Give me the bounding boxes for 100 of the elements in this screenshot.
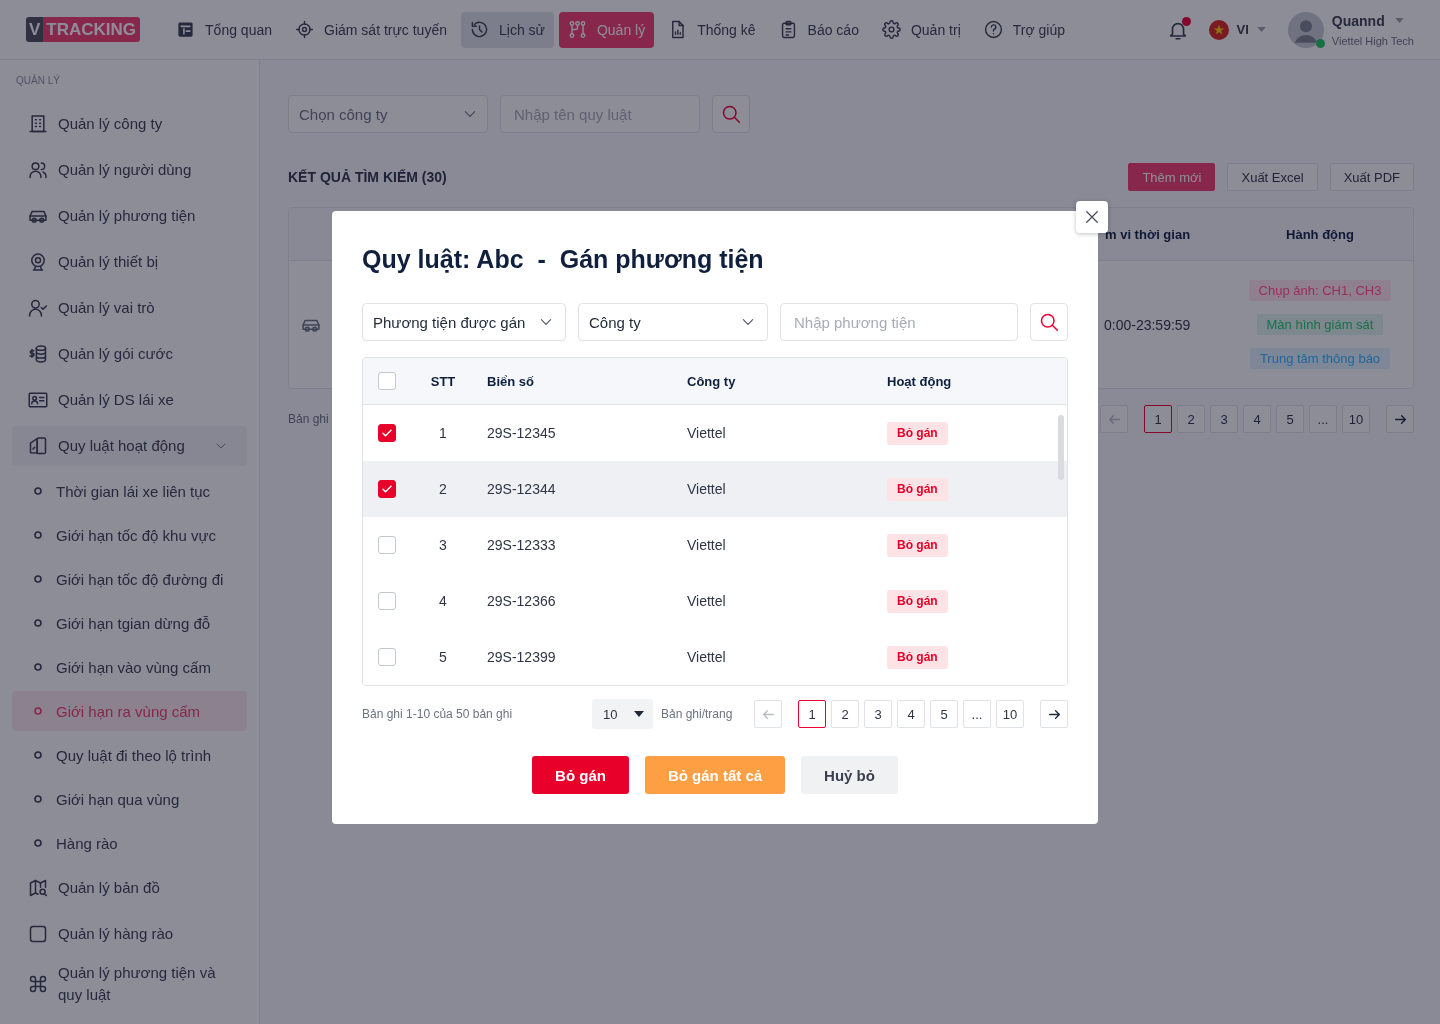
row-checkbox[interactable]	[378, 648, 396, 666]
bullet-icon	[34, 619, 42, 627]
search-icon	[721, 104, 741, 124]
arrow-right-icon	[1047, 707, 1061, 721]
nav-tab[interactable]: Quản trị	[872, 11, 970, 48]
page-button[interactable]: 4	[1243, 405, 1271, 433]
time-range: 0:00-23:59:59	[1104, 316, 1191, 333]
nav-tab[interactable]: Giám sát trực tuyến	[286, 11, 456, 48]
plate-number: 29S-12333	[487, 537, 556, 553]
add-button[interactable]: Thêm mới	[1128, 163, 1216, 191]
sidebar-subitem[interactable]: Quy luật đi theo lộ trình	[12, 735, 247, 775]
page-button[interactable]: 5	[930, 700, 958, 728]
caret-icon	[1394, 18, 1404, 23]
row-checkbox[interactable]	[378, 592, 396, 610]
nav-tab[interactable]: Tổng quan	[167, 11, 281, 48]
dropdown-triangle-icon	[634, 711, 644, 717]
page-button[interactable]: 10	[1342, 405, 1370, 433]
row-checkbox[interactable]	[378, 480, 396, 498]
select-all-checkbox[interactable]	[378, 372, 396, 390]
crosshair-icon	[295, 20, 314, 39]
nav-tab[interactable]: Thống kê	[659, 11, 765, 48]
sidebar-subitem[interactable]: Hàng rào	[12, 823, 247, 863]
page-button[interactable]: 5	[1276, 405, 1304, 433]
check-icon	[381, 483, 393, 495]
sidebar-item[interactable]: Quản lý vai trò	[12, 288, 247, 328]
page-button[interactable]: 4	[897, 700, 925, 728]
user-name: Quannd	[1331, 12, 1385, 29]
check-icon	[381, 427, 393, 439]
sidebar-item[interactable]: Quản lý bản đồ	[12, 868, 247, 908]
sidebar-item[interactable]: Quản lý phương tiện	[12, 196, 247, 236]
page-button[interactable]: 3	[864, 700, 892, 728]
users-icon	[28, 160, 48, 180]
export-button[interactable]: Xuất Excel	[1227, 163, 1318, 191]
sidebar-subitem[interactable]: Giới hạn tgian dừng đỗ	[12, 603, 247, 643]
nav-tab[interactable]: Trợ giúp	[974, 11, 1074, 48]
sidebar-subitem[interactable]: Giới hạn ra vùng cấm	[12, 691, 247, 731]
language-selector[interactable]: VI	[1208, 19, 1266, 40]
vehicle-search-field[interactable]: Nhập phương tiện	[780, 303, 1018, 341]
unassign-tag-button[interactable]: Bỏ gán	[887, 645, 948, 669]
assignment-filter-select[interactable]: Phương tiện được gán	[362, 303, 566, 341]
sidebar-item[interactable]: Quản lý hàng rào	[12, 914, 247, 954]
plate-number: 29S-12366	[487, 593, 556, 609]
sidebar-subitem[interactable]: Giới hạn vào vùng cấm	[12, 647, 247, 687]
export-button[interactable]: Xuất PDF	[1329, 163, 1414, 191]
sidebar-item[interactable]: Quản lý phương tiện và quy luật	[12, 960, 247, 1008]
bullet-icon	[34, 839, 42, 847]
plate-number: 29S-12345	[487, 425, 556, 441]
company-select[interactable]: Chọn công ty	[288, 95, 488, 133]
page-button[interactable]: ...	[1309, 405, 1337, 433]
page-button[interactable]: 2	[831, 700, 859, 728]
page-button[interactable]: ...	[963, 700, 991, 728]
row-checkbox[interactable]	[378, 424, 396, 442]
rule-book-icon	[28, 436, 48, 456]
page-button[interactable]: 10	[996, 700, 1024, 728]
close-button[interactable]	[1076, 201, 1108, 233]
coins-dollar-icon	[28, 344, 48, 364]
row-checkbox[interactable]	[378, 536, 396, 554]
section-label: QUẢN LÝ	[15, 75, 60, 87]
logo-mark[interactable]: V	[26, 17, 44, 42]
cancel-button[interactable]: Huỷ bỏ	[801, 756, 898, 794]
column-header: m vi thời gian	[1105, 226, 1191, 242]
unassign-tag-button[interactable]: Bỏ gán	[887, 421, 948, 445]
sidebar-item[interactable]: Quản lý người dùng	[12, 150, 247, 190]
sidebar-item[interactable]: Quản lý thiết bị	[12, 242, 247, 282]
record-summary: Bản ghi	[288, 412, 329, 426]
table-row[interactable]: 2 29S-12344 Viettel Bỏ gán	[363, 461, 1067, 517]
sidebar-item[interactable]: Quản lý công ty	[12, 104, 247, 144]
page-button[interactable]: 1	[1144, 405, 1172, 433]
sidebar-item[interactable]: Quản lý DS lái xe	[12, 380, 247, 420]
unassign-button[interactable]: Bỏ gán	[532, 756, 629, 794]
close-icon	[1085, 210, 1099, 224]
sidebar-subitem[interactable]: Thời gian lái xe liên tục	[12, 471, 247, 511]
unassign-tag-button[interactable]: Bỏ gán	[887, 533, 948, 557]
search-button[interactable]	[1030, 303, 1068, 341]
page-button[interactable]: 2	[1177, 405, 1205, 433]
page-button[interactable]: 1	[798, 700, 826, 728]
webcam-icon	[28, 252, 48, 272]
next-page-button[interactable]	[1040, 700, 1068, 728]
sidebar-subitem[interactable]: Giới hạn tốc độ khu vực	[12, 515, 247, 555]
sidebar-group[interactable]: Quy luật hoạt động	[12, 426, 247, 466]
bullet-icon	[34, 531, 42, 539]
sidebar-subitem[interactable]: Giới hạn tốc độ đường đi	[12, 559, 247, 599]
nav-tab[interactable]: Lịch sử	[461, 11, 554, 48]
scrollbar-thumb[interactable]	[1058, 415, 1064, 480]
sidebar-subitem[interactable]: Giới hạn qua vùng	[12, 779, 247, 819]
nav-tab[interactable]: Quản lý	[558, 11, 655, 48]
page-button[interactable]: 3	[1210, 405, 1238, 433]
column-header: STT	[430, 373, 456, 389]
map-search-icon	[28, 878, 48, 898]
page-size-select[interactable]: 10	[592, 699, 653, 729]
results-title: KẾT QUẢ TÌM KIẾM (30)	[288, 169, 447, 185]
company-select[interactable]: Công ty	[578, 303, 768, 341]
search-button[interactable]	[712, 95, 750, 133]
unassign-tag-button[interactable]: Bỏ gán	[887, 589, 948, 613]
nav-tab[interactable]: Báo cáo	[769, 11, 868, 48]
bullet-icon	[34, 707, 42, 715]
avatar[interactable]	[1287, 11, 1324, 48]
unassign-tag-button[interactable]: Bỏ gán	[887, 477, 948, 501]
logo-text[interactable]: TRACKING	[43, 17, 141, 42]
sidebar-item[interactable]: Quản lý gói cước	[12, 334, 247, 374]
